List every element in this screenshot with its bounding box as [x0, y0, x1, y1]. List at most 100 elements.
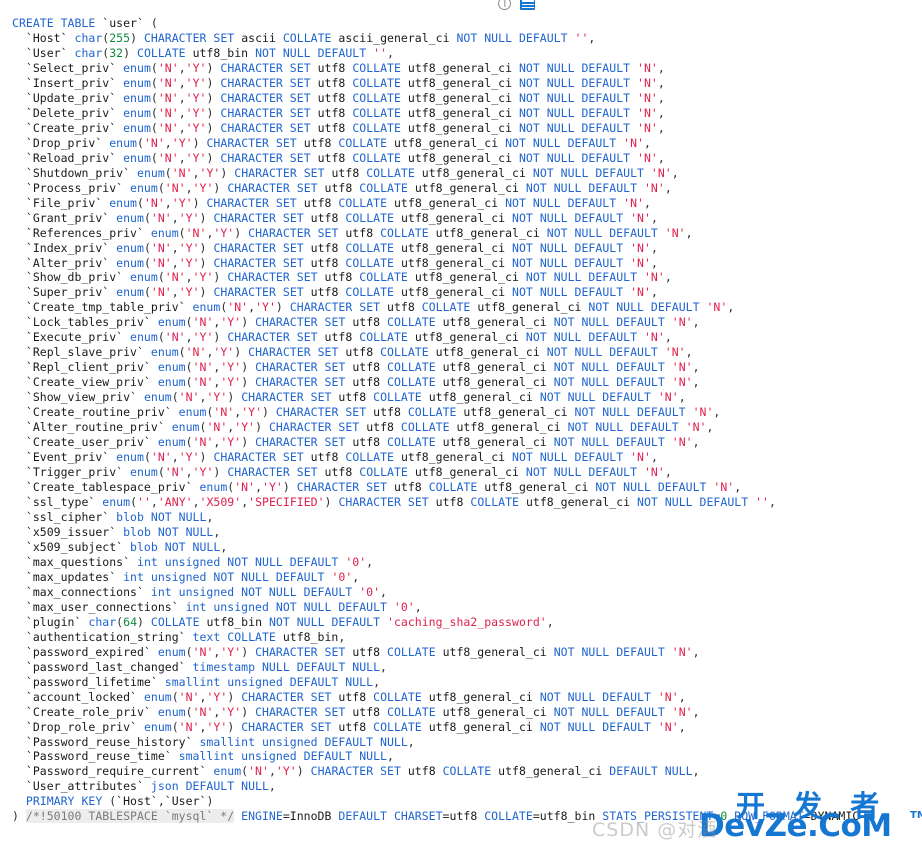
- code-token: 'N': [157, 75, 179, 90]
- code-token: ,: [185, 465, 193, 480]
- code-token: 'N': [713, 480, 735, 495]
- code-token: (: [185, 375, 193, 390]
- code-token: utf8_general_ci: [414, 180, 526, 195]
- code-token: CHARACTER SET: [255, 644, 353, 659]
- code-token: utf8: [317, 75, 353, 90]
- code-token: utf8: [310, 285, 346, 300]
- code-token: enum: [157, 704, 186, 719]
- code-token: ,: [178, 105, 186, 120]
- code-token: 'N': [192, 435, 214, 450]
- code-line: `Trigger_priv` enum('N','Y') CHARACTER S…: [0, 465, 922, 480]
- code-token: NOT NULL DEFAULT: [553, 315, 672, 330]
- code-token: (: [157, 465, 165, 480]
- sql-code-viewer[interactable]: CREATE TABLE `user` ( `Host` char(255) C…: [0, 16, 922, 828]
- code-token: `Alter_routine_priv`: [25, 420, 172, 435]
- code-token: utf8: [310, 255, 346, 270]
- code-token: ,: [178, 60, 186, 75]
- code-token: ): [220, 165, 235, 180]
- code-token: 'N': [637, 75, 658, 90]
- code-token: ,: [588, 30, 596, 45]
- code-token: 'N': [692, 405, 714, 420]
- code-token: utf8: [393, 480, 429, 495]
- code-token: CHARACTER SET: [241, 689, 339, 704]
- code-token: CHARACTER SET: [227, 180, 325, 195]
- code-token: utf8: [324, 465, 360, 480]
- code-token: 'Y': [192, 180, 214, 195]
- code-token: 'N': [143, 135, 165, 150]
- code-token: utf8_general_ci: [442, 315, 554, 330]
- code-token: `max_connections`: [25, 584, 151, 599]
- code-line: `Alter_priv` enum('N','Y') CHARACTER SET…: [0, 256, 922, 271]
- code-token: (: [171, 719, 179, 734]
- code-token: 'N': [657, 689, 679, 704]
- code-token: 'Y': [185, 120, 207, 135]
- code-token: NOT NULL DEFAULT: [518, 120, 638, 135]
- code-token: `Repl_slave_priv`: [25, 345, 151, 360]
- code-token: utf8: [310, 450, 346, 465]
- code-token: (: [150, 120, 158, 135]
- code-token: 'Y': [213, 225, 235, 240]
- code-token: CHARACTER SET: [241, 719, 339, 734]
- code-line: `Show_view_priv` enum('N','Y') CHARACTER…: [0, 390, 922, 405]
- code-token: utf8_general_ci: [407, 105, 519, 120]
- code-line: `Shutdown_priv` enum('N','Y') CHARACTER …: [0, 166, 922, 181]
- code-token: enum: [150, 345, 179, 360]
- code-token: 'N': [643, 465, 665, 480]
- info-icon[interactable]: [498, 0, 511, 10]
- code-token: ROW_FORMAT: [734, 809, 804, 824]
- code-token: enum: [130, 180, 158, 195]
- code-line: `password_last_changed` timestamp NULL D…: [0, 660, 922, 675]
- code-token: `account_locked`: [25, 689, 144, 704]
- code-token: STATS_PERSISTENT: [602, 809, 714, 824]
- code-token: ,: [685, 225, 693, 240]
- code-token: `Delete_priv`: [25, 105, 124, 120]
- code-token: 'N': [157, 60, 179, 75]
- code-token: 'N': [164, 180, 186, 195]
- code-token: ,: [192, 165, 200, 180]
- code-token: ,: [268, 764, 276, 779]
- code-token: 'Y': [178, 285, 200, 300]
- code-token: enum: [171, 420, 200, 435]
- code-line: `Insert_priv` enum('N','Y') CHARACTER SE…: [0, 76, 922, 91]
- code-token: NOT NULL DEFAULT: [546, 225, 665, 240]
- code-token: '': [755, 495, 769, 509]
- code-token: ): [282, 480, 297, 495]
- code-token: (: [157, 270, 165, 285]
- code-token: NOT NULL DEFAULT: [512, 210, 631, 225]
- code-line: `User_attributes` json DEFAULT NULL,: [0, 779, 922, 794]
- code-token: `Create_routine_priv`: [25, 405, 179, 420]
- code-token: NOT NULL: [150, 509, 207, 524]
- code-token: `Show_db_priv`: [25, 270, 131, 285]
- sql-badge-icon[interactable]: [520, 0, 535, 10]
- code-token: (: [185, 435, 193, 450]
- code-line: `Password_reuse_time` smallint unsigned …: [0, 749, 922, 764]
- code-line: `x509_subject` blob NOT NULL,: [0, 540, 922, 555]
- code-token: CHARACTER SET: [220, 120, 318, 135]
- code-token: utf8_bin: [192, 45, 256, 60]
- code-token: NOT NULL DEFAULT: [553, 360, 672, 375]
- code-token: CHARACTER SET: [213, 285, 311, 300]
- code-token: `Alter_priv`: [25, 255, 117, 270]
- code-token: 'N': [164, 330, 186, 345]
- code-token: ): [199, 450, 214, 465]
- code-line: `Create_user_priv` enum('N','Y') CHARACT…: [0, 435, 922, 450]
- code-line: ) /*!50100 TABLESPACE `mysql` */ ENGINE=…: [0, 809, 922, 824]
- code-token: utf8_general_ci: [393, 195, 506, 210]
- code-token: ,: [164, 195, 172, 210]
- code-line: `max_questions` int unsigned NOT NULL DE…: [0, 555, 922, 570]
- code-token: enum: [116, 240, 144, 255]
- code-token: COLLATE: [387, 644, 443, 659]
- code-token: 'N': [227, 300, 249, 315]
- code-token: 'Y': [178, 240, 200, 255]
- code-token: 'N': [185, 345, 207, 360]
- code-token: NOT NULL DEFAULT: [456, 30, 575, 45]
- code-token: NOT NULL DEFAULT: [539, 390, 658, 405]
- code-token: `Super_priv`: [25, 285, 117, 300]
- code-token: utf8_general_ci: [414, 465, 526, 480]
- code-token: utf8: [303, 135, 339, 150]
- code-token: 'N': [623, 195, 644, 210]
